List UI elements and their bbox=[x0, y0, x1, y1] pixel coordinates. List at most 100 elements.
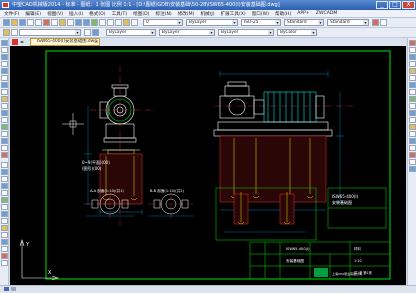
text-style-combo[interactable]: 0 ▾ bbox=[143, 19, 183, 26]
polygon-icon[interactable] bbox=[1, 61, 8, 67]
redo-icon[interactable] bbox=[83, 19, 90, 26]
color-control-combo[interactable]: ByLayer ▾ bbox=[106, 29, 156, 36]
preview-icon[interactable] bbox=[35, 19, 42, 26]
layer-state-icon[interactable] bbox=[11, 29, 18, 36]
menu-draw[interactable]: 绘图(D) bbox=[133, 11, 149, 17]
match-properties-icon[interactable] bbox=[67, 19, 74, 26]
zoom-realtime-icon[interactable] bbox=[99, 19, 106, 26]
zoom-window-icon[interactable] bbox=[107, 19, 114, 26]
mech-leader-icon[interactable] bbox=[409, 96, 416, 102]
fillet-icon[interactable] bbox=[1, 253, 8, 259]
chamfer-icon[interactable] bbox=[1, 246, 8, 252]
close-button[interactable]: X bbox=[402, 1, 415, 9]
mech-rectangle-icon[interactable] bbox=[409, 54, 416, 60]
rotate-icon[interactable] bbox=[1, 204, 8, 210]
hatch-icon[interactable] bbox=[1, 131, 8, 137]
paste-icon[interactable] bbox=[59, 19, 66, 26]
rectangle-icon[interactable] bbox=[1, 68, 8, 74]
extend-icon[interactable] bbox=[1, 232, 8, 238]
tab-drawing[interactable]: ISW65-400(I)安装基础图.dwg bbox=[30, 38, 100, 46]
drawing-canvas[interactable]: 0~9(平面)(00) (图号)(00) A-A 剖面(1:10)(共1) B-… bbox=[10, 46, 406, 285]
mtext-icon[interactable] bbox=[1, 152, 8, 158]
mech-weld-icon[interactable] bbox=[409, 89, 416, 95]
lineweight-combo[interactable]: ByLayer ▾ bbox=[218, 29, 274, 36]
layout-tab-icon[interactable] bbox=[11, 287, 16, 291]
offset-icon[interactable] bbox=[1, 183, 8, 189]
table-style-combo[interactable]: Standard ▾ bbox=[327, 19, 369, 26]
menu-view[interactable]: 视图(V) bbox=[47, 11, 63, 17]
scale-combo[interactable]: ISO-25 ▾ bbox=[241, 19, 281, 26]
menu-file[interactable]: 文件(F) bbox=[4, 11, 19, 17]
mech-hole-icon[interactable] bbox=[409, 61, 416, 67]
layer-previous-icon[interactable] bbox=[92, 29, 99, 36]
menu-tools[interactable]: 工具(T) bbox=[112, 11, 128, 17]
circle-icon[interactable] bbox=[1, 82, 8, 88]
menu-app-plus[interactable]: APP+ bbox=[297, 11, 310, 16]
menu-edit[interactable]: 编辑(E) bbox=[25, 11, 41, 17]
line-icon[interactable] bbox=[1, 40, 8, 46]
menu-zwcadm[interactable]: ZWCADM bbox=[316, 11, 338, 16]
pan-icon[interactable] bbox=[91, 19, 98, 26]
new-file-icon[interactable] bbox=[3, 19, 10, 26]
lock-icon[interactable] bbox=[380, 19, 387, 26]
tab-close-icon[interactable]: × bbox=[95, 39, 99, 44]
menu-express-tools[interactable]: 扩展工具(X) bbox=[221, 11, 246, 17]
mech-dimension-icon[interactable] bbox=[409, 68, 416, 74]
menu-dimension[interactable]: 标注(N) bbox=[155, 11, 171, 17]
region-icon[interactable] bbox=[1, 138, 8, 144]
mech-tolerance-icon[interactable] bbox=[409, 75, 416, 81]
mech-view-icon[interactable] bbox=[409, 166, 416, 172]
spline-icon[interactable] bbox=[1, 96, 8, 102]
mech-line-icon[interactable] bbox=[409, 40, 416, 46]
print-icon[interactable] bbox=[27, 19, 34, 26]
dim-style-combo[interactable]: Standard ▾ bbox=[284, 19, 324, 26]
app-logo-icon[interactable] bbox=[2, 2, 9, 8]
menu-mechanical[interactable]: 机械(J) bbox=[200, 11, 214, 17]
move-icon[interactable] bbox=[1, 197, 8, 203]
help-icon[interactable] bbox=[372, 19, 379, 26]
menu-help[interactable]: 帮助(H) bbox=[275, 11, 291, 17]
insert-block-icon[interactable] bbox=[1, 110, 8, 116]
table-icon[interactable] bbox=[1, 145, 8, 151]
array-icon[interactable] bbox=[1, 190, 8, 196]
maximize-button[interactable]: □ bbox=[389, 1, 401, 9]
zoom-previous-icon[interactable] bbox=[115, 19, 122, 26]
ellipse-icon[interactable] bbox=[1, 103, 8, 109]
properties-icon[interactable] bbox=[123, 19, 130, 26]
linetype-combo[interactable]: ByLayer ▾ bbox=[159, 29, 215, 36]
stretch-icon[interactable] bbox=[1, 218, 8, 224]
mech-gear-icon[interactable] bbox=[409, 145, 416, 151]
mech-balloon-icon[interactable] bbox=[409, 103, 416, 109]
menu-modify[interactable]: 修改(M) bbox=[178, 11, 195, 17]
copy-object-icon[interactable] bbox=[1, 169, 8, 175]
mech-bolt-icon[interactable] bbox=[409, 131, 416, 137]
plot-style-combo[interactable]: ByColor ▾ bbox=[277, 29, 317, 36]
mech-bom-icon[interactable] bbox=[409, 110, 416, 116]
mech-roughness-icon[interactable] bbox=[409, 82, 416, 88]
save-icon[interactable] bbox=[19, 19, 26, 26]
mech-section-icon[interactable] bbox=[409, 159, 416, 165]
explode-icon[interactable] bbox=[1, 260, 8, 266]
mech-centerline-icon[interactable] bbox=[409, 47, 416, 53]
point-icon[interactable] bbox=[1, 124, 8, 130]
minimize-button[interactable]: _ bbox=[376, 1, 388, 9]
layer-combo[interactable]: ▾ bbox=[19, 29, 81, 36]
polyline-icon[interactable] bbox=[1, 54, 8, 60]
scale-icon[interactable] bbox=[1, 211, 8, 217]
make-current-icon[interactable] bbox=[84, 29, 91, 36]
break-icon[interactable] bbox=[1, 239, 8, 245]
color-combo[interactable]: ByLayer ▾ bbox=[186, 19, 238, 26]
menu-window[interactable]: 窗口(W) bbox=[252, 11, 269, 17]
menu-format[interactable]: 格式(O) bbox=[89, 11, 105, 17]
layer-manager-icon[interactable] bbox=[3, 29, 10, 36]
construction-line-icon[interactable] bbox=[1, 47, 8, 53]
tab-scroll-left-icon[interactable]: ◂▸ bbox=[20, 39, 28, 45]
open-file-icon[interactable] bbox=[11, 19, 18, 26]
arc-icon[interactable] bbox=[1, 75, 8, 81]
design-center-icon[interactable] bbox=[131, 19, 138, 26]
trim-icon[interactable] bbox=[1, 225, 8, 231]
undo-icon[interactable] bbox=[75, 19, 82, 26]
cut-icon[interactable] bbox=[43, 19, 50, 26]
copy-icon[interactable] bbox=[51, 19, 58, 26]
menu-insert[interactable]: 插入(I) bbox=[69, 11, 83, 17]
